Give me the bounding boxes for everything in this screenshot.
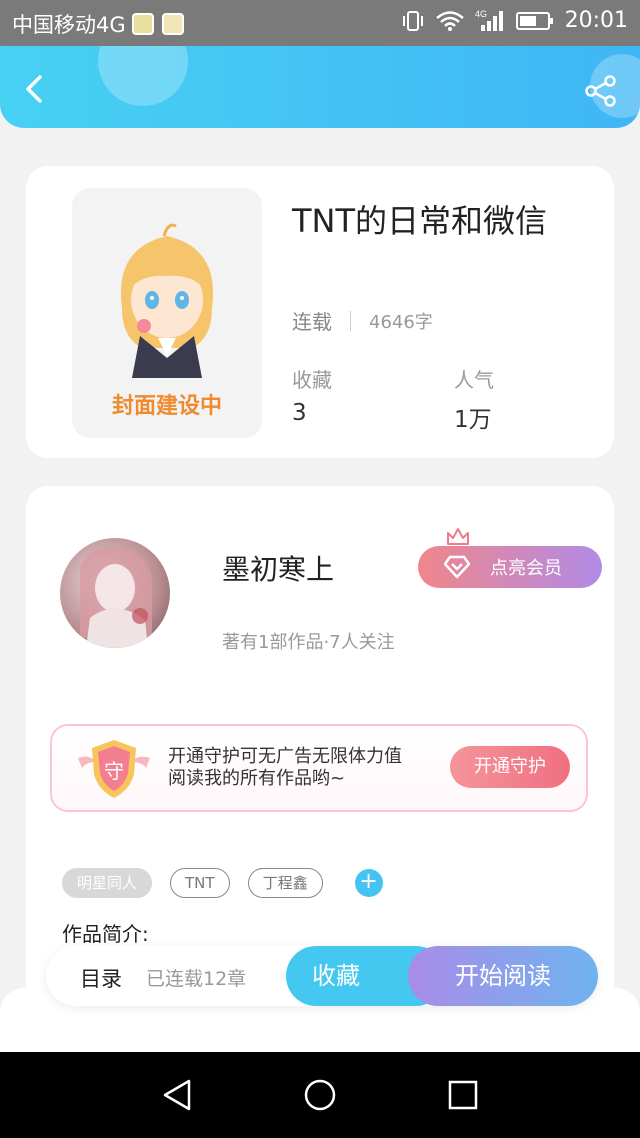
popularity-label: 人气 [454, 368, 494, 392]
system-nav-bar [0, 1052, 640, 1138]
app-notification-icon [161, 13, 184, 35]
favorites-count: 3 [292, 400, 307, 426]
chapter-count: 已连载12章 [146, 968, 247, 990]
book-title: TNT的日常和微信 [292, 202, 548, 240]
tag-list: 明星同人 TNT 丁程鑫 + [62, 868, 383, 898]
notification-icon [131, 13, 154, 35]
signal-icon: 4G [475, 9, 503, 31]
avatar[interactable] [60, 538, 170, 648]
popularity-count: 1万 [454, 407, 492, 433]
action-bar: 目录 已连载12章 收藏 开始阅读 [46, 946, 598, 1006]
divider [350, 310, 351, 331]
tag-item[interactable]: 丁程鑫 [247, 868, 323, 898]
cover-illustration [120, 223, 214, 378]
wifi-icon [435, 10, 464, 31]
favorites-label: 收藏 [292, 368, 332, 392]
home-circle-icon[interactable] [303, 1078, 337, 1112]
guard-banner[interactable]: 守 开通守护可无广告无限体力值阅读我的所有作品哟~ 开通守护 [50, 724, 588, 812]
cover-label: 封面建设中 [111, 394, 222, 419]
chevron-left-icon[interactable] [20, 74, 50, 104]
vip-button-label: 点亮会员 [490, 558, 562, 579]
guard-text: 开通守护可无广告无限体力值阅读我的所有作品哟~ [168, 746, 402, 789]
book-status-row: 连载 4646字 [292, 306, 433, 335]
status-right: 4G 20:01 [391, 8, 628, 33]
vip-button[interactable]: 点亮会员 [418, 528, 602, 588]
clock: 20:01 [564, 8, 628, 33]
vibrate-icon [402, 10, 423, 31]
status-left: 中国移动4G [12, 9, 184, 39]
diamond-icon [444, 555, 470, 579]
svg-text:守: 守 [104, 759, 124, 783]
top-header [0, 46, 640, 128]
back-triangle-icon[interactable] [160, 1078, 194, 1112]
book-info-card: 封面建设中 TNT的日常和微信 连载 4646字 收藏 3 人气 1万 [26, 166, 614, 458]
toc-button[interactable]: 目录 [80, 963, 122, 993]
decorative-bubble [98, 46, 188, 106]
add-tag-icon[interactable]: + [354, 869, 383, 897]
tag-item[interactable]: 明星同人 [62, 868, 153, 898]
author-meta: 著有1部作品·7人关注 [222, 632, 395, 653]
battery-icon [515, 11, 553, 30]
recents-square-icon[interactable] [446, 1078, 480, 1112]
status-bar: 中国移动4G 4G 20:01 [0, 0, 640, 46]
start-reading-button[interactable]: 开始阅读 [408, 946, 598, 1006]
word-count: 4646字 [369, 311, 433, 333]
guard-button[interactable]: 开通守护 [450, 746, 570, 788]
svg-text:4G: 4G [475, 9, 487, 19]
crown-icon [447, 528, 469, 545]
carrier-label: 中国移动4G [12, 13, 126, 37]
serial-status: 连载 [292, 310, 332, 334]
author-name[interactable]: 墨初寒上 [222, 548, 334, 588]
intro-label: 作品简介: [62, 922, 149, 946]
tag-item[interactable]: TNT [170, 868, 230, 898]
book-cover[interactable]: 封面建设中 [72, 188, 262, 438]
share-icon[interactable] [584, 74, 618, 108]
avatar-illustration [80, 547, 152, 648]
guard-shield-icon: 守 [78, 740, 150, 798]
